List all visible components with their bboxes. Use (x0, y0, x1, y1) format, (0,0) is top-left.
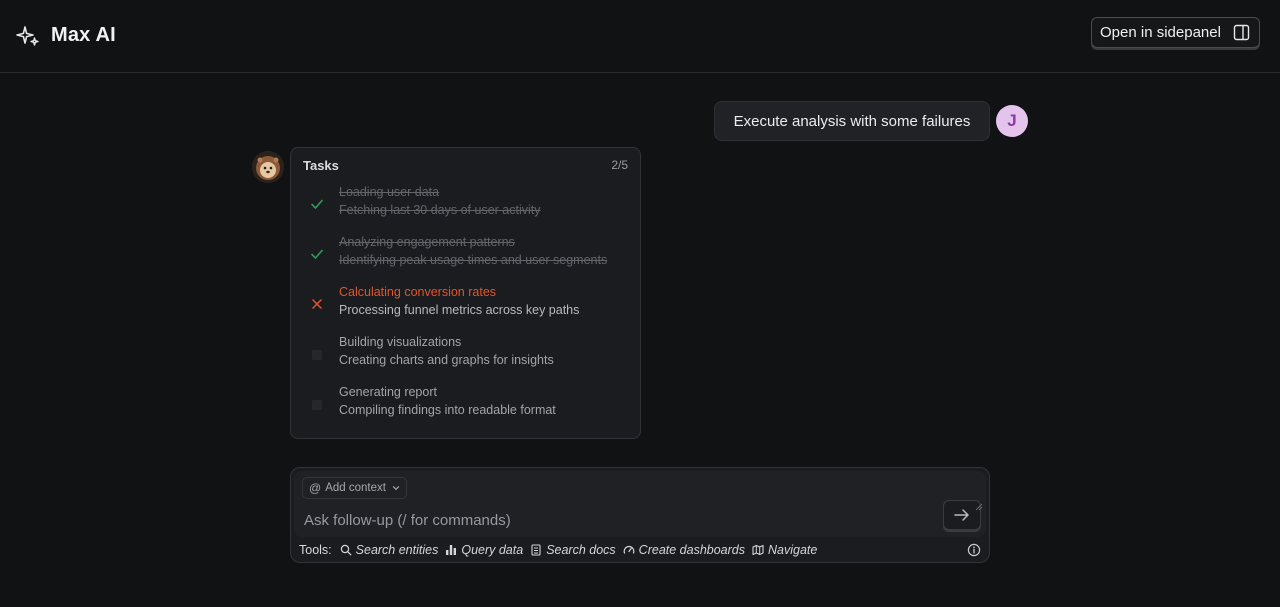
task-subtitle: Processing funnel metrics across key pat… (339, 303, 580, 317)
pending-icon (312, 350, 322, 360)
task-title: Generating report (339, 385, 437, 399)
page-title: Max AI (51, 24, 116, 46)
task-item: Building visualizations Creating charts … (291, 332, 642, 372)
tools-label: Tools: (299, 543, 332, 557)
tasks-card: Tasks 2/5 Loading user data Fetching las… (290, 147, 641, 439)
tool-navigate: Navigate (752, 543, 817, 557)
top-bar: Max AI Open in sidepanel (0, 0, 1280, 73)
tool-search-entities: Search entities (340, 543, 439, 557)
user-avatar: J (996, 105, 1028, 137)
check-icon (311, 249, 323, 259)
tasks-count: 2/5 (611, 158, 628, 172)
task-subtitle: Identifying peak usage times and user se… (339, 253, 608, 267)
task-item: Calculating conversion rates Processing … (291, 282, 642, 322)
dashboard-icon (623, 546, 635, 554)
resize-handle-icon[interactable] (975, 503, 983, 511)
tool-label: Query data (461, 543, 524, 557)
sidepanel-icon (1233, 24, 1250, 41)
pending-icon (312, 400, 322, 410)
task-item: Analyzing engagement patterns Identifyin… (291, 232, 642, 272)
open-in-sidepanel-button[interactable]: Open in sidepanel (1091, 17, 1260, 48)
add-context-button[interactable]: @ Add context (302, 477, 407, 499)
message-composer: @ Add context Tools: Search entities (290, 467, 990, 563)
tool-label: Navigate (768, 543, 818, 557)
tool-create-dashboards: Create dashboards (623, 543, 745, 557)
info-icon[interactable] (967, 543, 981, 557)
task-subtitle: Fetching last 30 days of user activity (339, 203, 541, 217)
task-title: Analyzing engagement patterns (339, 235, 515, 249)
tool-label: Search docs (546, 543, 616, 557)
tool-label: Search entities (355, 543, 439, 557)
hedgehog-icon (252, 151, 284, 183)
task-subtitle: Creating charts and graphs for insights (339, 353, 554, 367)
task-title: Loading user data (339, 185, 440, 199)
check-icon (311, 199, 323, 209)
open-in-sidepanel-label: Open in sidepanel (1100, 24, 1221, 41)
chevron-down-icon (392, 486, 400, 491)
composer-input-area: @ Add context (294, 471, 986, 537)
at-sign-icon: @ (309, 481, 322, 495)
ai-avatar (252, 151, 284, 183)
task-title: Calculating conversion rates (339, 285, 497, 299)
sparkle-icon (16, 26, 39, 46)
task-item: Loading user data Fetching last 30 days … (291, 182, 642, 222)
close-icon (312, 299, 322, 309)
search-icon (340, 544, 352, 556)
tool-query-data: Query data (445, 543, 523, 557)
user-message: Execute analysis with some failures (714, 101, 990, 141)
arrow-right-icon (954, 509, 969, 521)
bar-chart-icon (446, 545, 457, 555)
task-item: Generating report Compiling findings int… (291, 382, 642, 422)
tool-search-docs: Search docs (530, 543, 616, 557)
book-icon (531, 544, 541, 556)
task-title: Building visualizations (339, 335, 462, 349)
map-icon (752, 544, 764, 556)
add-context-label: Add context (325, 482, 386, 494)
task-subtitle: Compiling findings into readable format (339, 403, 556, 417)
tool-label: Create dashboards (638, 543, 745, 557)
tools-bar: Tools: Search entities Query data Search… (299, 542, 983, 558)
tasks-title: Tasks (303, 157, 339, 173)
ask-follow-up-input[interactable] (304, 509, 924, 531)
